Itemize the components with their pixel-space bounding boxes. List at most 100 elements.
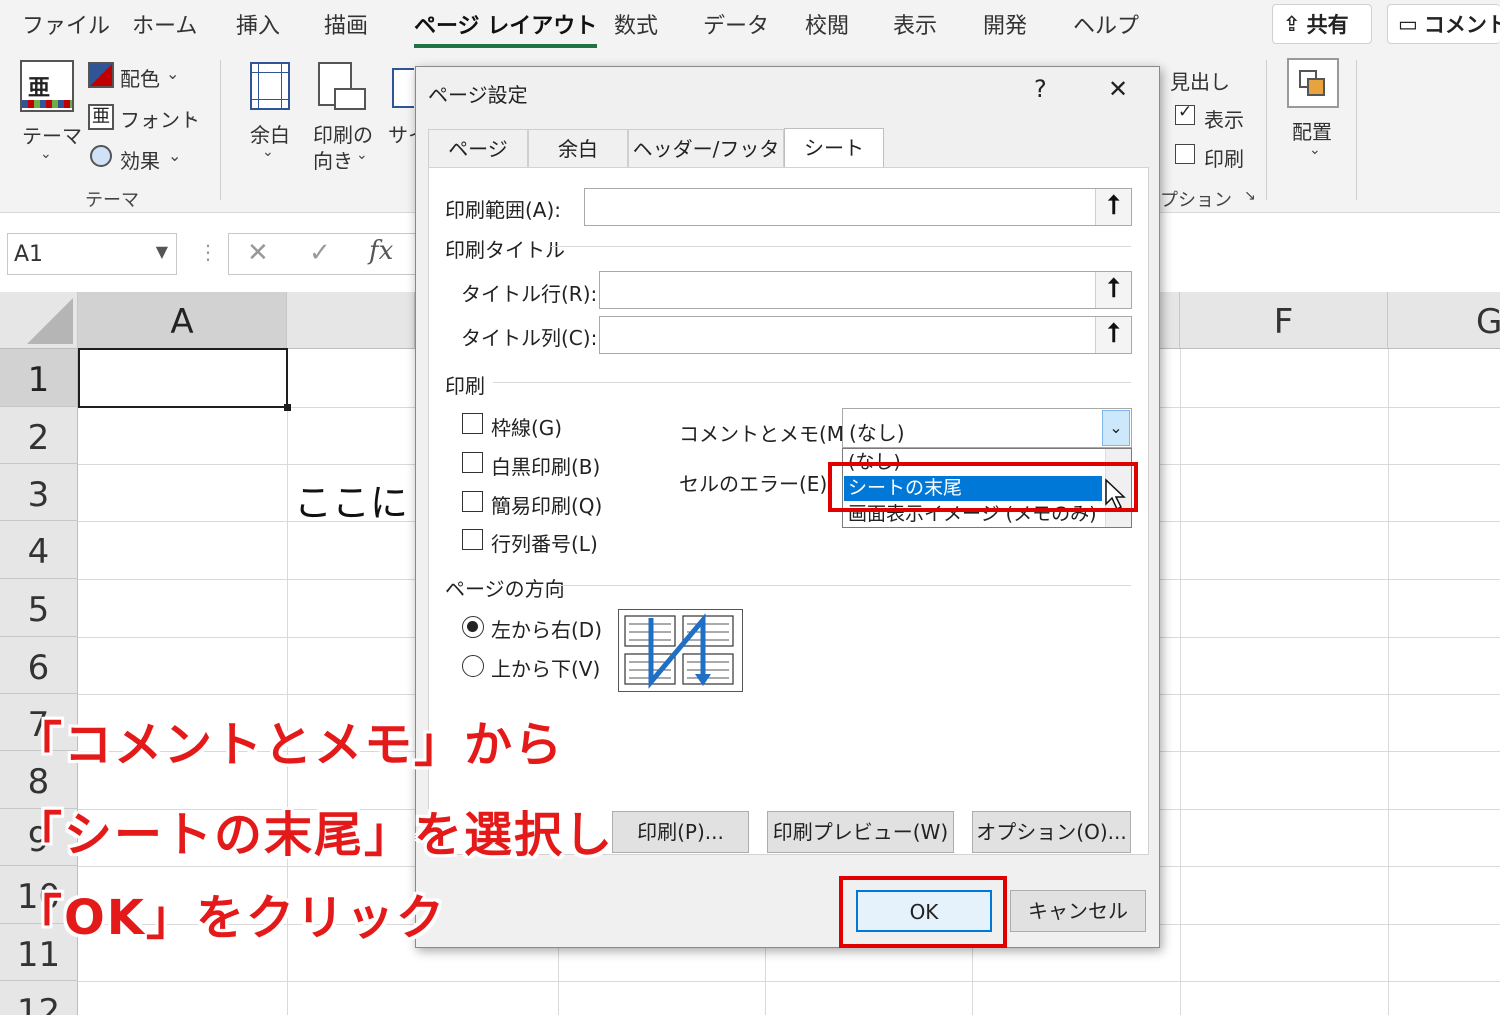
print-button[interactable]: 印刷(P)... <box>612 811 749 853</box>
comment-icon: ▭ <box>1398 12 1418 36</box>
view-headings-checkbox[interactable]: ✓ <box>1175 102 1195 125</box>
row-header-4[interactable]: 4 <box>0 521 78 579</box>
share-icon: ⇪ <box>1283 12 1301 36</box>
arrange-label[interactable]: 配置 <box>1292 116 1332 145</box>
row-header-12[interactable]: 12 <box>0 981 78 1015</box>
select-all-corner[interactable] <box>0 292 78 349</box>
name-box[interactable]: A1 ▼ <box>7 233 177 275</box>
tab-sheet[interactable]: シート <box>784 128 884 169</box>
page-order-preview-icon <box>618 609 743 692</box>
tab-developer[interactable]: 開発 <box>983 8 1027 40</box>
themes-label[interactable]: テーマ <box>22 120 82 149</box>
draft-quality-checkbox[interactable] <box>462 491 483 512</box>
tab-formulas[interactable]: 数式 <box>614 8 658 40</box>
annotation-line-1: 「コメントとメモ」から <box>14 717 565 773</box>
highlight-ok-button <box>839 876 1007 948</box>
tab-header-footer[interactable]: ヘッダー/フッター <box>628 129 784 199</box>
collapse-dialog-icon[interactable]: ⭡ <box>1095 189 1131 225</box>
tab-insert[interactable]: 挿入 <box>236 8 280 40</box>
comments-dropdown[interactable]: (なし) ⌄ <box>842 408 1132 448</box>
themes-group-label: テーマ <box>85 190 139 211</box>
dialog-launcher-icon[interactable]: ↘ <box>1244 188 1256 204</box>
down-then-over-radio[interactable] <box>462 616 484 638</box>
row-header-2[interactable]: 2 <box>0 407 78 464</box>
effects-label[interactable]: 効果 <box>120 145 160 174</box>
themes-icon[interactable]: 亜 <box>20 60 74 112</box>
row-header-6[interactable]: 6 <box>0 637 78 694</box>
margins-icon[interactable] <box>250 62 290 110</box>
view-headings-label: 表示 <box>1204 108 1244 132</box>
cancel-button[interactable]: キャンセル <box>1010 890 1146 932</box>
grid-line <box>1180 349 1181 1015</box>
tab-page[interactable]: ページ <box>428 129 528 167</box>
chevron-down-icon[interactable]: ⌄ <box>1102 410 1130 446</box>
options-button[interactable]: オプション(O)... <box>972 811 1131 853</box>
gridlines-label: 枠線(G) <box>491 416 563 440</box>
cancel-icon[interactable]: ✕ <box>247 238 269 268</box>
column-header[interactable] <box>287 292 415 349</box>
comments-button[interactable]: ▭ コメント <box>1387 4 1500 44</box>
enter-icon[interactable]: ✓ <box>309 238 331 268</box>
print-headings-checkbox[interactable] <box>1175 144 1195 164</box>
black-white-label: 白黒印刷(B) <box>491 455 601 479</box>
over-then-down-label: 上から下(V) <box>491 657 601 681</box>
chevron-down-icon: ⌄ <box>262 144 274 160</box>
chevron-down-icon: ⌄ <box>168 146 182 165</box>
drag-handle-icon[interactable]: ⋮ <box>198 240 218 264</box>
column-header-g[interactable]: G <box>1388 292 1500 349</box>
title-cols-input[interactable]: ⭡ <box>599 316 1132 354</box>
colors-icon <box>88 62 114 88</box>
colors-label[interactable]: 配色 <box>120 63 160 92</box>
divider <box>493 382 1131 383</box>
comments-dropdown-value: (なし) <box>849 421 905 445</box>
over-then-down-radio[interactable] <box>462 655 484 677</box>
tab-draw[interactable]: 描画 <box>324 8 368 40</box>
tab-data[interactable]: データ <box>703 8 769 40</box>
tab-review[interactable]: 校閲 <box>805 8 849 40</box>
close-icon[interactable]: ✕ <box>1108 75 1128 103</box>
row-header-1[interactable]: 1 <box>0 349 78 407</box>
collapse-dialog-icon[interactable]: ⭡ <box>1095 317 1131 353</box>
orientation-label-1[interactable]: 印刷の <box>313 119 373 148</box>
gridlines-checkbox[interactable] <box>462 413 483 434</box>
divider <box>555 585 1131 586</box>
tab-home[interactable]: ホーム <box>132 8 197 40</box>
tab-help[interactable]: ヘルプ <box>1073 8 1139 40</box>
tab-view[interactable]: 表示 <box>893 8 937 40</box>
arrange-icon[interactable] <box>1287 58 1339 108</box>
divider <box>551 246 1131 247</box>
dropdown-arrow-icon[interactable]: ▼ <box>156 242 168 261</box>
print-preview-button[interactable]: 印刷プレビュー(W) <box>767 811 954 853</box>
tab-page-layout[interactable]: ページ レイアウト <box>414 8 598 48</box>
column-header-f[interactable]: F <box>1180 292 1388 349</box>
row-header-3[interactable]: 3 <box>0 464 78 521</box>
group-separator <box>220 60 221 200</box>
cell-text: ここに <box>294 481 409 525</box>
comments-label: コメントとメモ(M): <box>679 422 859 446</box>
formula-buttons: ✕ ✓ fx <box>228 233 418 275</box>
active-cell-a1[interactable] <box>78 348 291 411</box>
insert-function-icon[interactable]: fx <box>369 236 393 266</box>
row-header-5[interactable]: 5 <box>0 579 78 637</box>
chevron-down-icon: ⌄ <box>40 146 52 162</box>
row-col-headings-checkbox[interactable] <box>462 529 483 550</box>
effects-icon <box>90 145 112 167</box>
share-button[interactable]: ⇪ 共有 <box>1272 4 1372 44</box>
tab-margins[interactable]: 余白 <box>528 129 628 167</box>
title-rows-input[interactable]: ⭡ <box>599 271 1132 309</box>
collapse-dialog-icon[interactable]: ⭡ <box>1095 272 1131 308</box>
size-icon[interactable] <box>392 68 414 108</box>
tab-file[interactable]: ファイル <box>22 8 110 40</box>
help-icon[interactable]: ? <box>1034 75 1047 103</box>
name-box-value: A1 <box>14 242 44 267</box>
column-header-a[interactable]: A <box>78 292 287 349</box>
print-area-input[interactable]: ⭡ <box>584 188 1132 226</box>
orientation-label-2[interactable]: 向き <box>313 145 353 174</box>
column-header[interactable] <box>1160 292 1180 349</box>
title-rows-label: タイトル行(R): <box>461 282 598 306</box>
comments-label: コメント <box>1423 13 1500 37</box>
chevron-down-icon: ⌄ <box>356 147 368 163</box>
annotation-line-2: 「シートの末尾」を選択し <box>14 807 615 863</box>
page-order-label: ページの方向 <box>445 577 565 601</box>
black-white-checkbox[interactable] <box>462 452 483 473</box>
